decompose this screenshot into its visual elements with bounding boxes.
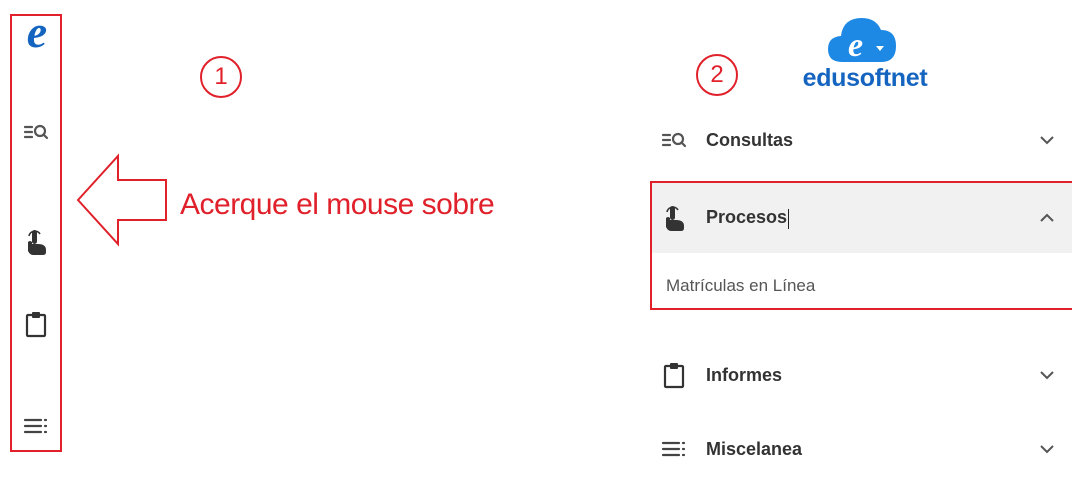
search-list-icon	[660, 126, 694, 154]
menu-item-label: Miscelanea	[706, 438, 803, 459]
clipboard-icon[interactable]	[22, 310, 50, 338]
hand-pointer-icon[interactable]	[22, 228, 50, 256]
logo-icon[interactable]: e	[20, 9, 54, 55]
chevron-down-icon[interactable]	[1036, 129, 1058, 151]
list-menu-icon	[660, 435, 694, 463]
instruction-text: Acerque el mouse sobre	[180, 188, 495, 221]
clipboard-icon	[660, 361, 694, 389]
list-menu-icon[interactable]	[22, 412, 50, 440]
menu-item-label: Informes	[706, 364, 783, 385]
cloud-e-logo-icon[interactable]: e	[826, 14, 898, 66]
step-1-marker: 1	[200, 56, 242, 98]
chevron-down-icon[interactable]	[1036, 438, 1058, 460]
menu-item-consultas[interactable]: Consultas	[650, 111, 1072, 169]
search-list-icon[interactable]	[22, 118, 50, 146]
svg-text:e: e	[848, 27, 863, 64]
arrow-left-icon	[74, 150, 174, 250]
menu-item-label: Consultas	[706, 129, 794, 150]
step-2-marker: 2	[696, 54, 738, 96]
menu-item-informes[interactable]: Informes	[650, 346, 1072, 404]
menu-item-miscelanea[interactable]: Miscelanea	[650, 420, 1072, 478]
chevron-down-icon[interactable]	[1036, 364, 1058, 386]
brand-name: edusoftnet	[802, 64, 928, 92]
procesos-highlight	[650, 181, 1072, 310]
